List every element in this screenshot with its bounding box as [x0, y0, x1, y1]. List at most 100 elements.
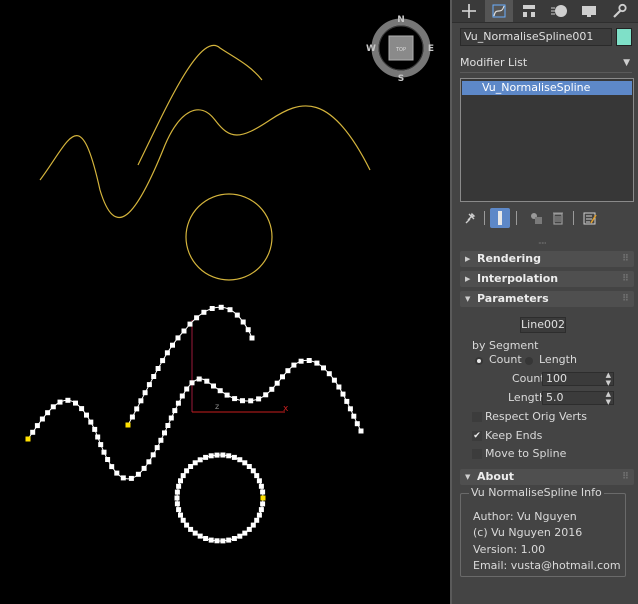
spline-vertex[interactable] [184, 468, 190, 474]
spline-vertex[interactable] [172, 408, 178, 414]
spline-vertex[interactable] [138, 398, 144, 404]
spline-vertex[interactable] [231, 536, 237, 541]
spline-vertex[interactable] [214, 538, 220, 544]
spline-vertex[interactable] [232, 396, 238, 402]
move-to-spline-label[interactable]: Move to Spline [485, 447, 566, 460]
spline-vertex[interactable] [211, 383, 216, 389]
spline-vertex[interactable] [79, 406, 85, 412]
spline-vertex[interactable] [175, 335, 181, 341]
spline-vertex[interactable] [174, 495, 180, 501]
spline-vertex[interactable] [194, 315, 200, 321]
spline-vertex[interactable] [246, 464, 252, 469]
spline-vertex[interactable] [192, 530, 198, 536]
spline-vertex[interactable] [174, 489, 180, 495]
compass-north[interactable]: N [397, 15, 405, 25]
spline-vertex[interactable] [164, 350, 170, 356]
spline-vertex[interactable] [240, 398, 245, 404]
spline-vertex[interactable] [151, 374, 157, 379]
viewport-canvas[interactable]: x z TOP N S E W [0, 0, 450, 604]
display-tab[interactable] [575, 0, 603, 22]
spline-vertex[interactable] [84, 412, 89, 418]
spline-vertex[interactable] [109, 464, 115, 470]
spline-vertex[interactable] [204, 378, 210, 384]
spline-vertex[interactable] [135, 471, 141, 477]
spline-vertex[interactable] [73, 400, 78, 406]
spline-vertex[interactable] [209, 306, 215, 311]
spline-vertex[interactable] [188, 464, 194, 469]
spline-vertex[interactable] [88, 419, 94, 425]
spline-vertex[interactable] [105, 457, 111, 462]
spline-vertex[interactable] [347, 406, 353, 412]
spline-vertex[interactable] [237, 457, 243, 463]
length-radio-label[interactable]: Length [539, 353, 577, 366]
spline-vertex[interactable] [250, 522, 256, 528]
spline-vertex[interactable] [226, 537, 232, 543]
spline-vertex[interactable] [256, 396, 262, 402]
spline-vertex[interactable] [98, 442, 104, 448]
viewcube[interactable]: TOP N S E W [366, 15, 434, 84]
spline-vertex[interactable] [65, 397, 71, 403]
create-tab[interactable] [455, 0, 483, 22]
spline-vertex[interactable] [250, 468, 256, 474]
make-unique-button[interactable] [526, 208, 546, 228]
spline-vertex[interactable] [351, 413, 357, 419]
spline-vertex[interactable] [179, 393, 185, 399]
spline-vertex[interactable] [192, 460, 198, 466]
spline-vertex[interactable] [154, 445, 160, 451]
compass-east[interactable]: E [428, 44, 434, 54]
spline-vertex[interactable] [248, 398, 254, 404]
spline-vertex[interactable] [50, 404, 56, 410]
spline-vertex[interactable] [175, 400, 181, 406]
spline-vertex[interactable] [306, 358, 312, 363]
spline-vertex[interactable] [101, 449, 107, 455]
pin-stack-button[interactable] [460, 208, 480, 228]
spline-vertex[interactable] [129, 414, 135, 420]
motion-tab[interactable] [545, 0, 573, 22]
modifier-list-dropdown[interactable]: Modifier List ▼ [460, 55, 632, 73]
spline-vertex[interactable] [188, 526, 194, 532]
compass-west[interactable]: W [366, 44, 376, 54]
spline-vertex[interactable] [331, 377, 337, 383]
spline-vertex[interactable] [197, 457, 203, 463]
spline-vertex[interactable] [45, 410, 51, 416]
spline-vertex[interactable] [258, 507, 264, 513]
count-spinner[interactable]: 100 ▲ ▼ [542, 371, 614, 387]
spline-vertex[interactable] [180, 517, 186, 523]
spline-vertex[interactable] [274, 380, 280, 386]
object-name-field[interactable]: Vu_NormaliseSpline001 [460, 28, 612, 46]
rollout-interpolation[interactable]: ▶ Interpolation ⠿ [460, 271, 634, 287]
spline-vertex[interactable] [203, 454, 209, 460]
respect-orig-verts-checkbox[interactable] [472, 412, 482, 422]
spline-vertex[interactable] [256, 512, 262, 518]
spline-vertex[interactable] [326, 371, 332, 377]
spline-vertex[interactable] [155, 366, 161, 371]
spline-vertex[interactable] [280, 374, 285, 380]
spline-vertex[interactable] [39, 416, 45, 422]
spline-vertex[interactable] [92, 426, 98, 432]
perspective-viewport[interactable]: x z TOP N S E W [0, 0, 450, 604]
compass-south[interactable]: S [398, 74, 404, 84]
spline-vertex[interactable] [214, 452, 220, 458]
spline-vertex[interactable] [291, 362, 297, 368]
spline-vertex[interactable] [208, 537, 214, 543]
remove-modifier-button[interactable] [548, 208, 568, 228]
respect-orig-verts-label[interactable]: Respect Orig Verts [485, 410, 587, 423]
spline-vertex[interactable] [354, 421, 360, 427]
spline-vertex[interactable] [220, 452, 226, 458]
spline-vertex[interactable] [234, 312, 240, 318]
spline-vertex[interactable] [224, 392, 230, 398]
spline-vertex[interactable] [254, 473, 260, 479]
spline-vertex[interactable] [146, 382, 152, 388]
spline-vertex[interactable] [218, 304, 224, 310]
spline-vertex[interactable] [184, 522, 190, 528]
modify-tab[interactable] [485, 0, 513, 22]
spline-vertex[interactable] [128, 475, 134, 481]
spline-vertex[interactable] [298, 358, 304, 364]
spline-vertex[interactable] [263, 392, 269, 398]
spline-vertex[interactable] [142, 390, 148, 396]
spline-vertex[interactable] [254, 517, 260, 523]
spline-vertex[interactable] [231, 454, 237, 460]
original-spline-arc[interactable] [137, 44, 263, 166]
length-radio[interactable] [525, 357, 533, 365]
normalised-splines[interactable] [25, 304, 364, 544]
